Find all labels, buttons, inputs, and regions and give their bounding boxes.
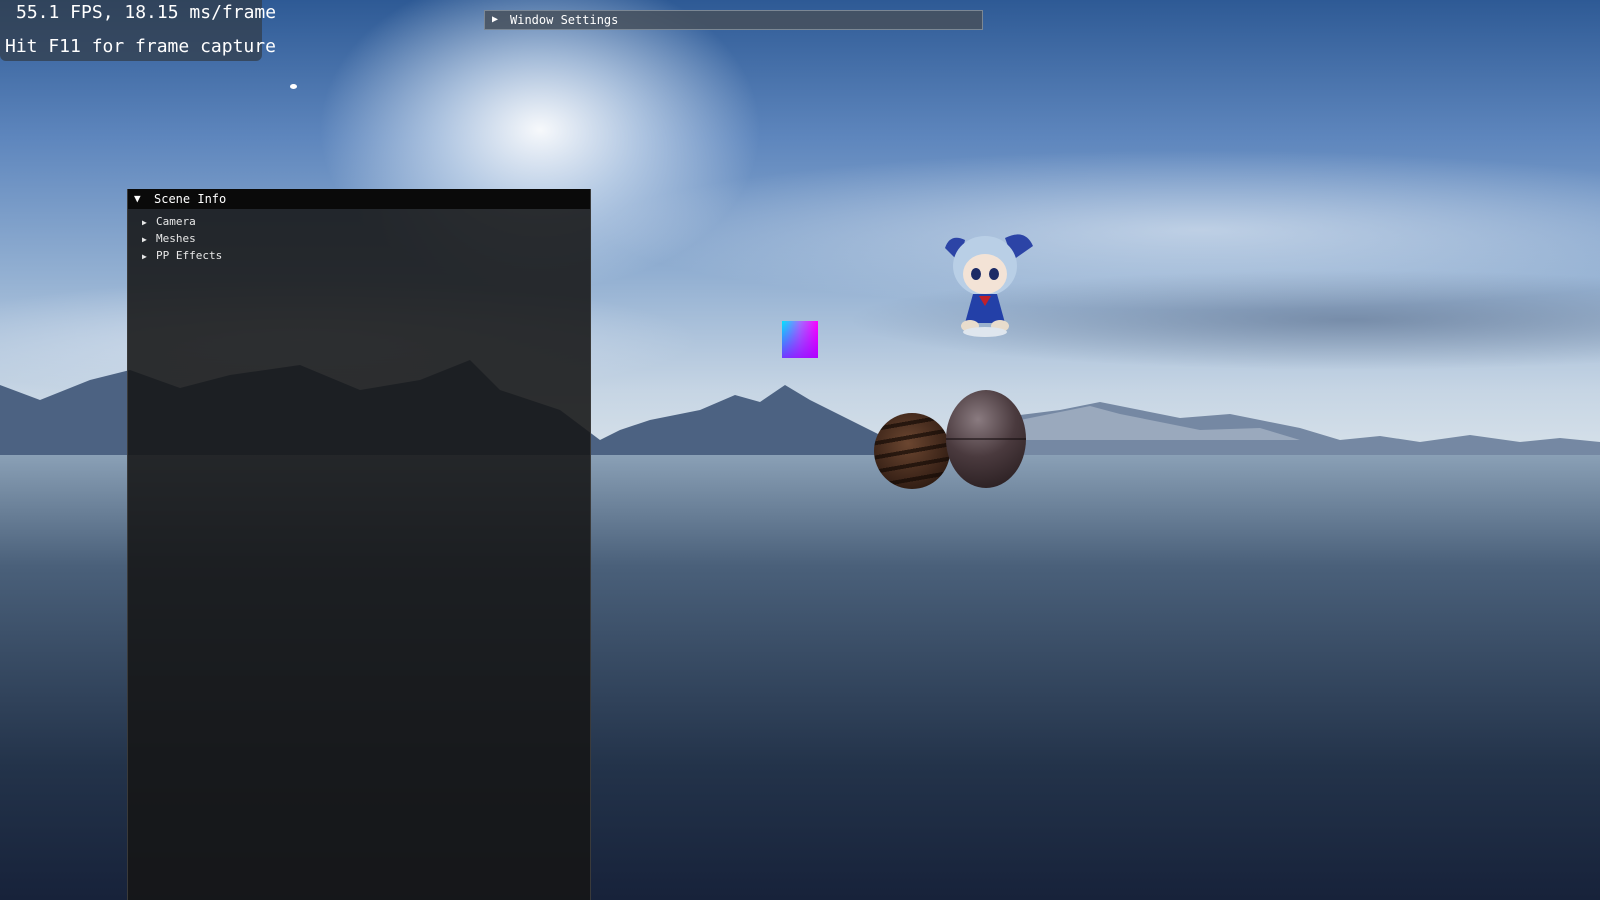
scene-info-window: ▼ Scene Info ▶ Camera ▶ Meshes ▶ PP Effects (127, 189, 591, 900)
window-settings-title: Window Settings (510, 13, 619, 27)
tree-node-label: PP Effects (156, 249, 223, 262)
tree-arrow-icon: ▶ (142, 235, 147, 244)
scene-info-titlebar[interactable]: ▼ Scene Info (128, 189, 590, 209)
fps-readout: 55.1 FPS, 18.15 ms/frame (16, 2, 277, 23)
gradient-color-quad (782, 321, 818, 358)
wood-textured-sphere (874, 413, 950, 489)
metallic-sphere (946, 390, 1026, 488)
sun-glint (290, 84, 297, 89)
performance-overlay: 55.1 FPS, 18.15 ms/frame Hit F11 for fra… (0, 0, 276, 61)
tree-arrow-icon: ▶ (142, 218, 147, 227)
tree-node-camera[interactable]: ▶ Camera (142, 214, 196, 230)
scene-info-title: Scene Info (154, 192, 227, 206)
tree-node-meshes[interactable]: ▶ Meshes (142, 231, 196, 247)
tree-node-label: Meshes (156, 232, 196, 245)
tree-node-pp-effects[interactable]: ▶ PP Effects (142, 248, 222, 264)
plush-doll-model (945, 234, 1033, 337)
window-settings-header[interactable]: ▶ Window Settings (484, 10, 983, 30)
collapse-arrow-icon[interactable]: ▶ (492, 11, 498, 29)
tree-node-label: Camera (156, 215, 196, 228)
tree-arrow-icon: ▶ (142, 252, 147, 261)
expand-arrow-icon[interactable]: ▼ (134, 189, 141, 209)
sphere-seam (946, 438, 1026, 440)
frame-capture-hint: Hit F11 for frame capture (5, 36, 276, 57)
